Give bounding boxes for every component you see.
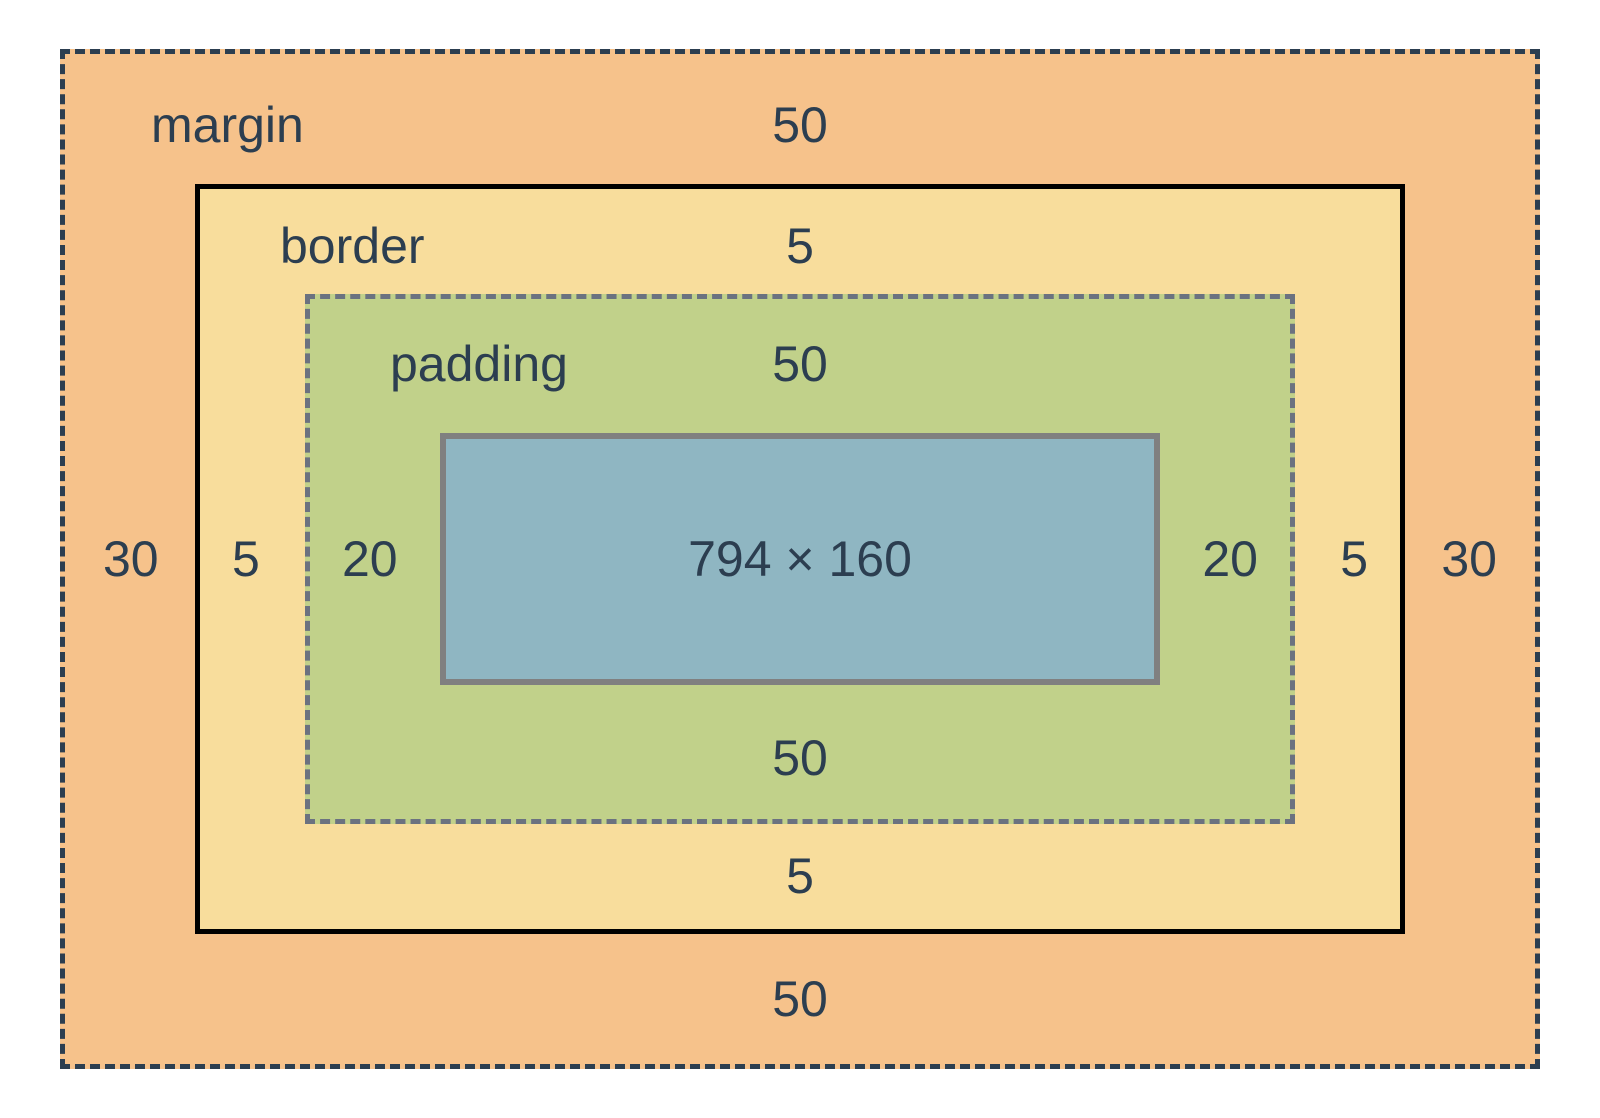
padding-top-value: 50	[772, 339, 828, 389]
margin-left-value: 30	[103, 534, 159, 584]
border-bottom-value: 5	[786, 851, 814, 901]
box-model-diagram: margin 50 50 30 30 border 5 5 5 5 paddin…	[60, 49, 1540, 1069]
margin-region: margin 50 50 30 30 border 5 5 5 5 paddin…	[60, 49, 1540, 1069]
margin-top-value: 50	[772, 100, 828, 150]
padding-region: padding 50 50 20 20 794 × 160	[305, 294, 1295, 824]
margin-bottom-value: 50	[772, 974, 828, 1024]
border-label: border	[280, 221, 425, 271]
padding-bottom-value: 50	[772, 733, 828, 783]
border-top-value: 5	[786, 221, 814, 271]
padding-right-value: 20	[1202, 534, 1258, 584]
border-left-value: 5	[232, 534, 260, 584]
padding-label: padding	[390, 339, 568, 389]
content-region: 794 × 160	[440, 433, 1160, 685]
margin-label: margin	[151, 100, 304, 150]
margin-right-value: 30	[1441, 534, 1497, 584]
border-right-value: 5	[1340, 534, 1368, 584]
padding-left-value: 20	[342, 534, 398, 584]
border-region: border 5 5 5 5 padding 50 50 20 20 794 ×…	[195, 184, 1405, 934]
content-size-value: 794 × 160	[688, 530, 912, 588]
